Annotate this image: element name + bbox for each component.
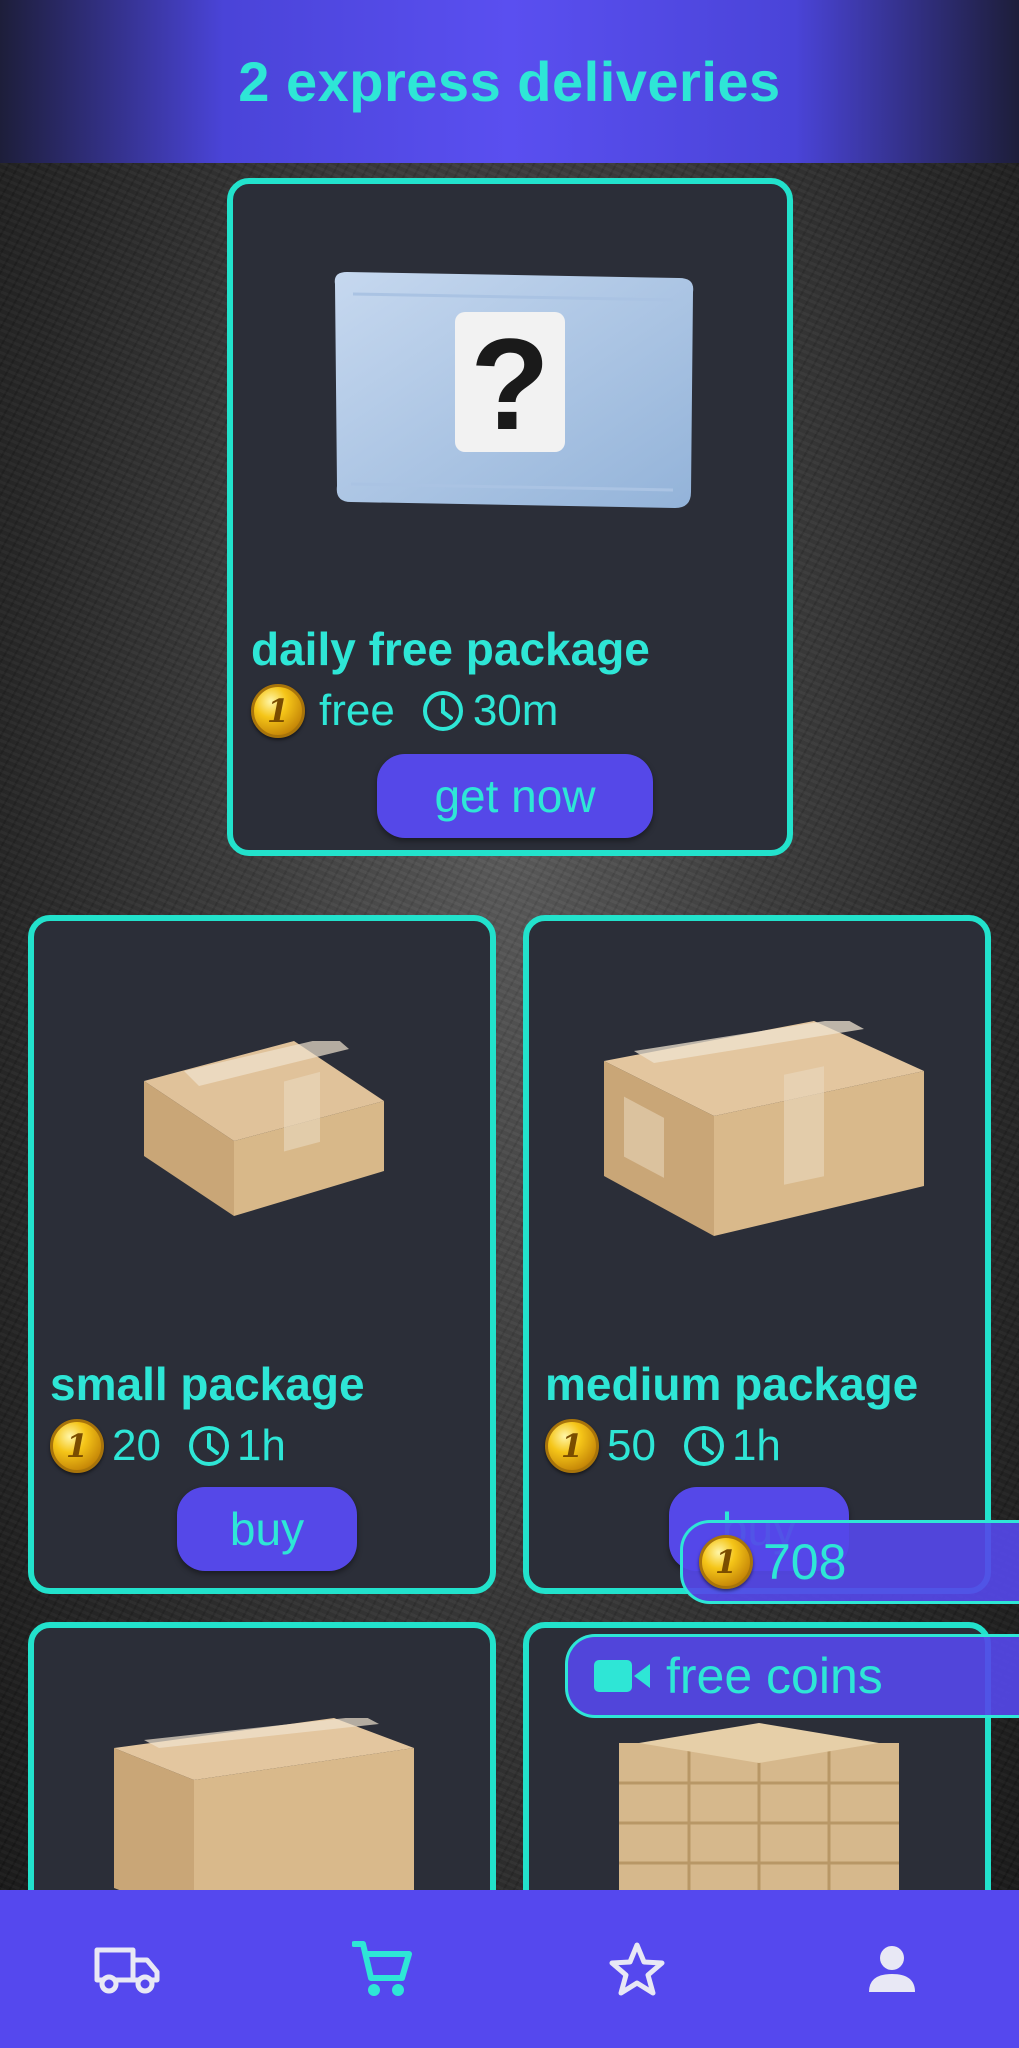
person-icon [868, 1946, 915, 1992]
mystery-mailer-icon: ? [334, 272, 694, 508]
star-icon [609, 1942, 665, 1996]
buy-button[interactable]: buy [177, 1487, 357, 1571]
coin-balance: 708 [763, 1534, 847, 1590]
package-meta: 1 50 1h [545, 1419, 781, 1473]
clock-icon [683, 1426, 724, 1466]
package-meta: 1 20 1h [50, 1419, 286, 1473]
free-coins-button[interactable]: free coins [565, 1634, 1019, 1718]
package-name: small package [50, 1358, 365, 1410]
coin-icon: 1 [251, 684, 305, 738]
package-name: daily free package [251, 623, 650, 675]
package-card-daily-free[interactable]: ? daily free package 1 free 30m get now [227, 178, 793, 856]
package-time: 30m [472, 686, 559, 735]
package-card-small[interactable]: small package 1 20 1h buy [28, 915, 496, 1594]
package-meta: 1 free 30m [251, 684, 558, 738]
coin-icon: 1 [50, 1419, 104, 1473]
package-price: 50 [607, 1421, 656, 1470]
large-box-icon [114, 1718, 414, 1918]
truck-icon [94, 1947, 160, 1994]
package-price: 20 [112, 1421, 161, 1470]
nav-favorites[interactable] [577, 1909, 697, 2029]
get-now-button[interactable]: get now [377, 754, 653, 838]
nav-profile[interactable] [832, 1909, 952, 2029]
package-time: 1h [731, 1421, 781, 1470]
nav-shop[interactable] [322, 1909, 442, 2029]
page-title: 2 express deliveries [238, 50, 781, 113]
package-price: free [319, 686, 395, 735]
free-coins-label: free coins [666, 1648, 883, 1704]
clock-icon [422, 691, 463, 731]
package-card-medium[interactable]: medium package 1 50 1h buy [523, 915, 991, 1594]
svg-text:?: ? [470, 311, 549, 457]
bottom-nav [0, 1890, 1019, 2048]
clock-icon [188, 1426, 229, 1466]
coin-balance-pill[interactable]: 1 708 [680, 1520, 1019, 1604]
small-box-icon [144, 1041, 384, 1216]
video-camera-icon [594, 1660, 650, 1692]
coin-icon: 1 [545, 1419, 599, 1473]
coin-icon: 1 [699, 1535, 753, 1589]
medium-box-icon [604, 1021, 924, 1236]
header-bar: 2 express deliveries [0, 0, 1019, 163]
package-name: medium package [545, 1358, 919, 1410]
cart-icon [352, 1941, 413, 1996]
package-time: 1h [236, 1421, 286, 1470]
nav-deliveries[interactable] [67, 1909, 187, 2029]
